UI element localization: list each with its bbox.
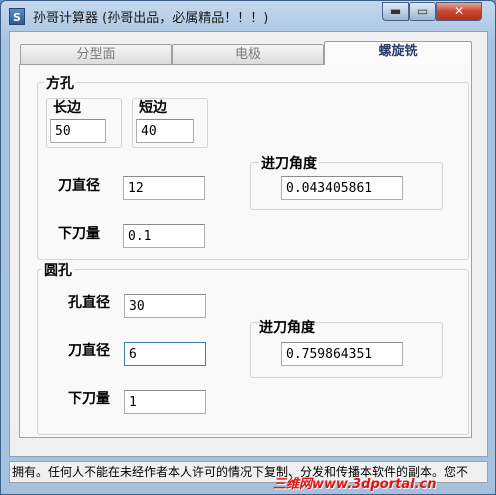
window-title: 孙哥计算器 (孙哥出品，必属精品！！！) [33, 11, 269, 26]
hole-diameter-label: 孔直径 [68, 295, 110, 311]
tab-electrode[interactable]: 电极 [172, 44, 324, 64]
round-entry-angle-output: 0.759864351 [281, 342, 403, 366]
app-window: S 孙哥计算器 (孙哥出品，必属精品！！！) ▬ ▭ ✕ 分型面 电极 螺旋铣 … [0, 0, 496, 495]
round-tool-diameter-input[interactable]: 6 [124, 342, 206, 366]
long-side-group: 长边 50 [46, 98, 122, 148]
square-entry-angle-output: 0.043405861 [281, 176, 403, 200]
square-step-down-input[interactable]: 0.1 [123, 224, 205, 248]
app-icon: S [9, 8, 25, 25]
square-hole-legend: 方孔 [44, 73, 76, 93]
watermark: 三维网www.3dportal.cn [273, 477, 437, 492]
round-hole-legend: 圆孔 [42, 260, 74, 280]
round-hole-group: 圆孔 孔直径 30 刀直径 6 下刀量 1 进刀角度 0.759864351 [37, 260, 469, 435]
round-angle-group: 进刀角度 0.759864351 [250, 320, 443, 378]
square-tool-diameter-input[interactable]: 12 [123, 176, 205, 200]
minimize-button[interactable]: ▬ [382, 2, 409, 21]
round-step-down-label: 下刀量 [68, 391, 110, 407]
long-side-input[interactable]: 50 [50, 119, 106, 143]
square-step-down-label: 下刀量 [58, 226, 100, 242]
close-button[interactable]: ✕ [436, 2, 482, 21]
round-step-down-input[interactable]: 1 [124, 390, 206, 414]
maximize-button[interactable]: ▭ [409, 2, 436, 21]
square-tool-diameter-label: 刀直径 [58, 178, 100, 194]
short-side-group: 短边 40 [132, 98, 208, 148]
short-side-input[interactable]: 40 [136, 119, 194, 143]
short-side-label: 短边 [139, 100, 167, 116]
tab-parting-surface[interactable]: 分型面 [20, 44, 172, 64]
long-side-label: 长边 [53, 100, 81, 116]
client-area: 分型面 电极 螺旋铣 方孔 长边 50 短边 40 刀直径 12 下刀量 0.1 [9, 31, 488, 457]
tab-helical-milling[interactable]: 螺旋铣 [324, 41, 472, 65]
round-tool-diameter-label: 刀直径 [68, 343, 110, 359]
title-bar[interactable]: S 孙哥计算器 (孙哥出品，必属精品！！！) ▬ ▭ ✕ [1, 1, 495, 31]
square-entry-angle-label: 进刀角度 [259, 153, 319, 173]
square-hole-group: 方孔 长边 50 短边 40 刀直径 12 下刀量 0.1 进刀角度 0.043… [37, 73, 469, 260]
square-angle-group: 进刀角度 0.043405861 [250, 153, 443, 210]
hole-diameter-input[interactable]: 30 [124, 294, 206, 318]
tab-panel-helical-milling: 方孔 长边 50 短边 40 刀直径 12 下刀量 0.1 进刀角度 0.043… [19, 64, 472, 438]
round-entry-angle-label: 进刀角度 [259, 320, 315, 336]
